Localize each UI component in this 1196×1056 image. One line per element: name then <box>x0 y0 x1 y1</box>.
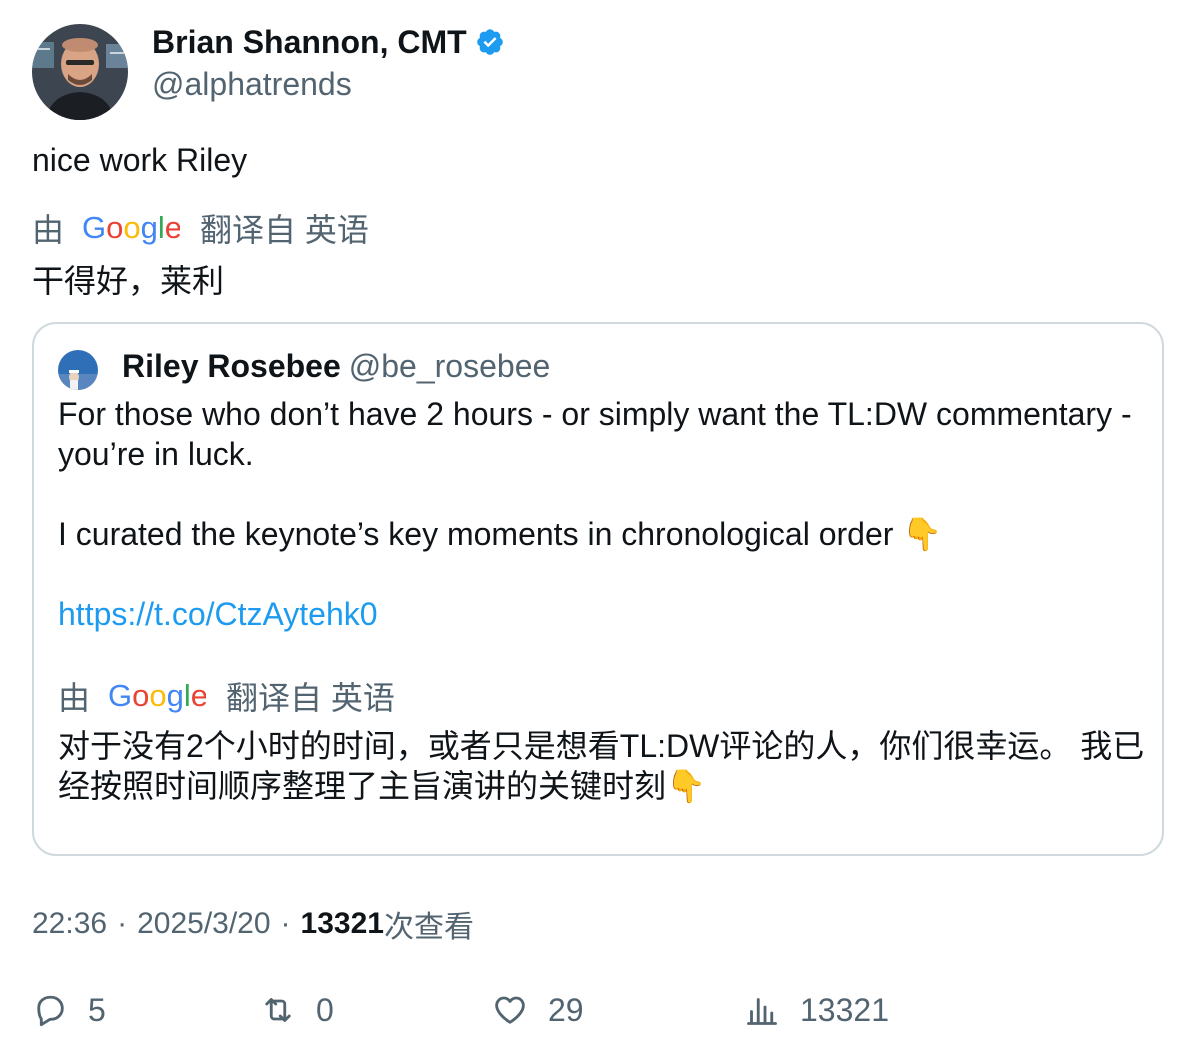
tweet-text: nice work Riley <box>32 142 248 178</box>
translated-tweet-text: 干得好，莱利 <box>32 263 225 299</box>
quoted-text-line-1: For those who don’t have 2 hours - or si… <box>58 396 1132 472</box>
svg-text:Google: Google <box>82 211 180 245</box>
svg-text:Google: Google <box>108 679 206 713</box>
like-count: 29 <box>548 991 584 1028</box>
google-logo-icon: Google <box>108 679 206 713</box>
author-avatar-image <box>32 24 128 120</box>
author-avatar[interactable] <box>32 24 128 120</box>
repost-icon <box>265 998 291 1022</box>
views-button[interactable]: 13321 <box>744 986 889 1034</box>
translation-by-label: 由 <box>32 212 65 248</box>
reply-icon <box>37 995 64 1027</box>
repost-count: 0 <box>316 991 334 1028</box>
like-button[interactable]: 29 <box>492 986 584 1034</box>
quoted-author-handle[interactable]: @be_rosebee <box>349 348 551 385</box>
translation-attribution: 由 Google 翻译自 英语 <box>32 208 369 248</box>
quoted-translation-source-language[interactable]: 翻译自 英语 <box>226 673 395 719</box>
google-logo-icon: Google <box>82 211 180 245</box>
author-name-row: Brian Shannon, CMT <box>152 24 505 60</box>
quoted-author-avatar <box>58 350 98 390</box>
tweet-meta: 22:36 · 2025/3/20 · 13321 次查看 <box>32 902 474 946</box>
verified-badge-icon <box>476 29 503 55</box>
quoted-tweet-card[interactable]: Riley Rosebee @be_rosebee For those who … <box>32 322 1164 856</box>
meta-separator: · <box>117 907 128 940</box>
tweet-date[interactable]: 2025/3/20 <box>137 907 270 941</box>
quoted-text-line-2-text: I curated the keynote’s key moments in c… <box>58 516 894 552</box>
meta-separator: · <box>280 907 291 940</box>
reply-count: 5 <box>88 991 106 1028</box>
reply-button[interactable]: 5 <box>32 986 106 1034</box>
quoted-tweet-body: For those who don’t have 2 hours - or si… <box>58 394 1148 634</box>
translation-source-language[interactable]: 翻译自 英语 <box>200 205 369 251</box>
analytics-bar-icon <box>747 998 777 1025</box>
quoted-text-line-2: I curated the keynote’s key moments in c… <box>58 514 1148 554</box>
views-label: 次查看 <box>383 911 474 944</box>
quoted-translated-text: 对于没有2个小时的时间，或者只是想看TL:DW评论的人，你们很幸运。 我已经按照… <box>58 728 1145 804</box>
author-name[interactable]: Brian Shannon, CMT <box>152 24 467 61</box>
action-bar: 5 0 29 13321 <box>32 986 1164 1034</box>
tweet-author-header: Brian Shannon, CMT @alphatrends <box>32 24 1132 120</box>
repost-button[interactable]: 0 <box>260 986 334 1034</box>
views-count: 13321 <box>300 907 384 940</box>
quoted-author-name[interactable]: Riley Rosebee <box>122 348 341 385</box>
quoted-translation-attribution: 由 Google 翻译自 英语 <box>58 676 395 716</box>
heart-icon <box>495 996 525 1024</box>
quoted-tweet-link[interactable]: https://t.co/CtzAytehk0 <box>58 596 378 632</box>
author-handle[interactable]: @alphatrends <box>152 66 352 103</box>
quoted-translation-by-label: 由 <box>58 680 91 716</box>
tweet-time[interactable]: 22:36 <box>32 907 107 941</box>
views-action-count: 13321 <box>800 991 889 1028</box>
quoted-author-avatar-image <box>58 350 98 390</box>
quoted-author-row: Riley Rosebee @be_rosebee <box>122 346 550 386</box>
pointing-down-emoji-icon: 👇 <box>902 515 943 553</box>
